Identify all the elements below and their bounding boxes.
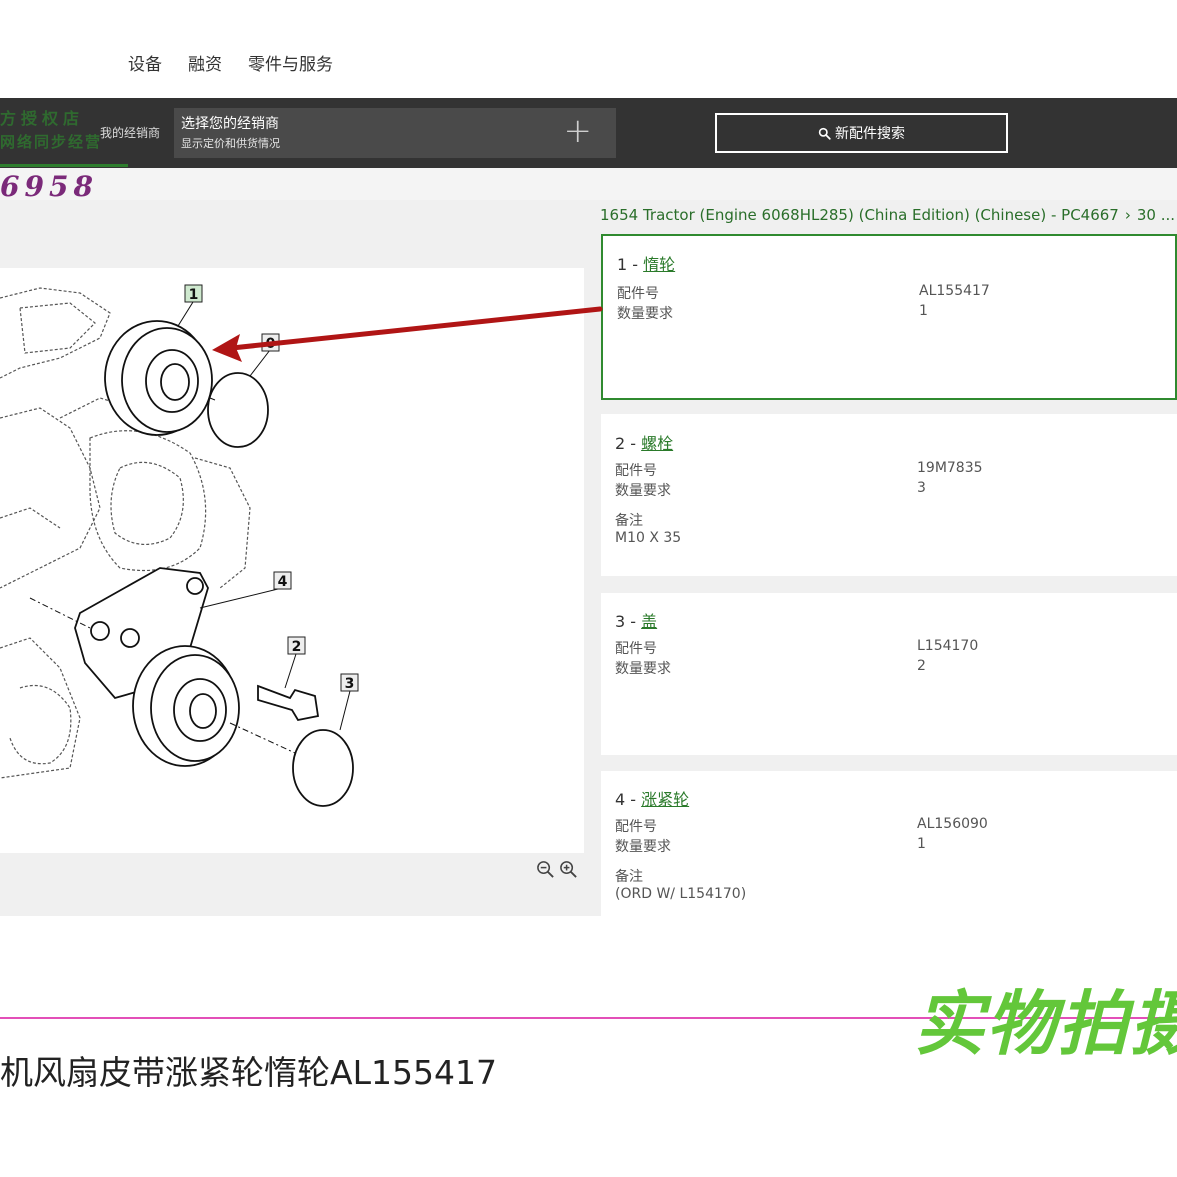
part-card-4[interactable]: 4 - 涨紧轮 配件号 AL156090 数量要求 1 备注 (ORD W/ L… — [601, 771, 1177, 916]
nav-item-finance[interactable]: 融资 — [188, 50, 222, 75]
part-number-index: 1 - — [617, 255, 644, 274]
product-title: 机风扇皮带涨紧轮惰轮AL155417 — [0, 1053, 497, 1092]
breadcrumb: 1654 Tractor (Engine 6068HL285) (China E… — [600, 206, 1175, 224]
part-name-link[interactable]: 螺栓 — [641, 434, 673, 453]
watermark-photo-text: 实物拍摄 — [914, 982, 1177, 1065]
part-no-label: 配件号 — [615, 819, 657, 835]
part-card-3[interactable]: 3 - 盖 配件号 L154170 数量要求 2 — [601, 593, 1177, 755]
breadcrumb-item[interactable]: 30 ... — [1137, 206, 1175, 224]
qty-label: 数量要求 — [617, 306, 673, 322]
part-card-2[interactable]: 2 - 螺栓 配件号 19M7835 数量要求 3 备注 M10 X 35 — [601, 414, 1177, 576]
plus-icon[interactable]: + — [564, 114, 593, 148]
part-number-index: 3 - — [615, 612, 642, 631]
callout-2[interactable]: 2 — [292, 639, 302, 655]
search-icon — [818, 127, 831, 140]
qty-value: 3 — [917, 480, 926, 496]
top-nav: 设备 融资 零件与服务 — [0, 0, 1177, 98]
part-name-link[interactable]: 盖 — [641, 612, 657, 631]
exploded-view-drawing: 1 0 4 2 3 — [0, 284, 359, 807]
parts-diagram[interactable]: 1 0 4 2 3 — [0, 268, 584, 853]
dealer-toolbar: 方授权店 网络同步经营 我的经销商 选择您的经销商 显示定价和供货情况 + 新配… — [0, 98, 1177, 168]
callout-4[interactable]: 4 — [278, 574, 288, 590]
part-no-value: L154170 — [917, 638, 979, 654]
new-part-search-button[interactable]: 新配件搜索 — [715, 113, 1008, 153]
watermark-text: 方授权店 — [0, 109, 85, 128]
zoom-in-icon[interactable] — [559, 860, 578, 879]
qty-value: 1 — [919, 303, 928, 319]
nav-item-equipment[interactable]: 设备 — [128, 50, 162, 75]
part-no-value: 19M7835 — [917, 460, 983, 476]
search-button-label: 新配件搜索 — [835, 126, 905, 142]
part-no-value: AL155417 — [919, 283, 990, 299]
dealer-subtitle: 显示定价和供货情况 — [181, 137, 280, 150]
part-no-label: 配件号 — [617, 286, 659, 302]
part-name-link[interactable]: 涨紧轮 — [641, 790, 689, 809]
active-tab-indicator — [0, 164, 128, 167]
note-label: 备注 — [615, 869, 643, 885]
zoom-out-icon[interactable] — [536, 860, 555, 879]
my-dealer-label[interactable]: 我的经销商 — [100, 124, 160, 141]
part-no-label: 配件号 — [615, 463, 657, 479]
note-value: (ORD W/ L154170) — [615, 886, 747, 902]
part-card-1[interactable]: 1 - 惰轮 配件号 AL155417 数量要求 1 — [601, 234, 1177, 400]
part-number-index: 4 - — [615, 790, 642, 809]
qty-label: 数量要求 — [615, 661, 671, 677]
select-dealer-button[interactable]: 选择您的经销商 显示定价和供货情况 + — [174, 108, 616, 158]
note-label: 备注 — [615, 513, 643, 529]
note-value: M10 X 35 — [615, 530, 682, 546]
callout-0[interactable]: 0 — [266, 336, 276, 352]
part-name-link[interactable]: 惰轮 — [643, 255, 675, 274]
breadcrumb-item[interactable]: 1654 Tractor (Engine 6068HL285) (China E… — [600, 206, 1119, 224]
qty-value: 1 — [917, 836, 926, 852]
watermark-text: 网络同步经营 — [0, 133, 103, 151]
zoom-controls — [536, 860, 578, 879]
callout-3[interactable]: 3 — [345, 676, 355, 692]
qty-value: 2 — [917, 658, 926, 674]
watermark-digits: 6958 — [0, 170, 98, 203]
watermark-strip — [0, 168, 1177, 200]
dealer-title: 选择您的经销商 — [181, 116, 279, 132]
part-no-label: 配件号 — [615, 641, 657, 657]
part-no-value: AL156090 — [917, 816, 988, 832]
qty-label: 数量要求 — [615, 483, 671, 499]
callout-1[interactable]: 1 — [189, 287, 199, 303]
qty-label: 数量要求 — [615, 839, 671, 855]
part-number-index: 2 - — [615, 434, 642, 453]
chevron-right-icon: › — [1124, 206, 1131, 224]
nav-item-parts-service[interactable]: 零件与服务 — [248, 50, 333, 75]
